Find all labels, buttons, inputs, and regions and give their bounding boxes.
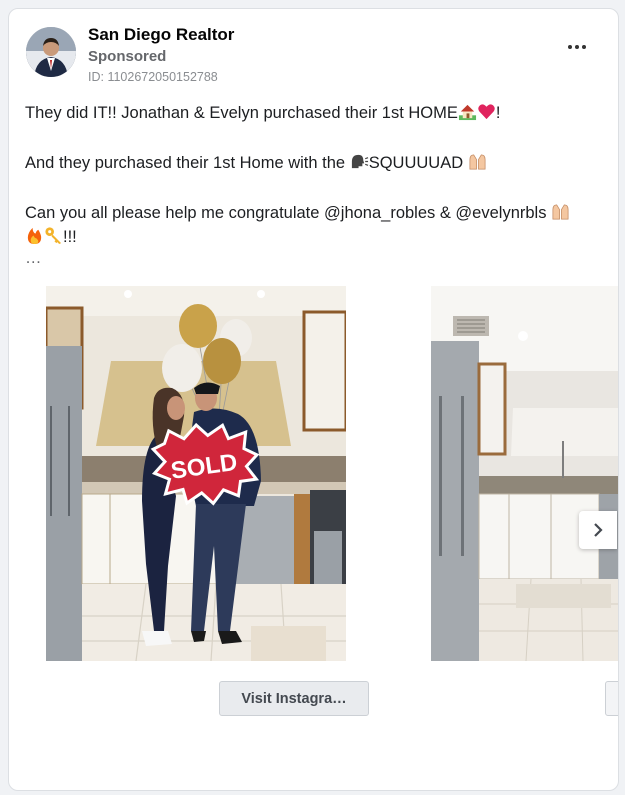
- carousel-button-2[interactable]: [605, 681, 618, 716]
- raising-hands-icon: [552, 204, 569, 220]
- post-text-line2-tail: SQUUUUAD: [368, 154, 468, 172]
- post-text-line2: And they purchased their 1st Home with t…: [25, 154, 350, 172]
- sponsored-post-card: San Diego Realtor Sponsored ID: 11026720…: [8, 8, 619, 791]
- post-line: !!!: [25, 225, 615, 249]
- chevron-right-icon[interactable]: [579, 511, 617, 549]
- post-text-line1: They did IT!! Jonathan & Evelyn purchase…: [25, 104, 458, 122]
- post-body: They did IT!! Jonathan & Evelyn purchase…: [25, 101, 615, 267]
- page-avatar[interactable]: [26, 27, 76, 77]
- fire-icon: [27, 227, 42, 245]
- carousel-image-1[interactable]: SOLD: [46, 286, 346, 661]
- post-text-line3: Can you all please help me congratulate …: [25, 204, 552, 222]
- visit-instagram-button[interactable]: Visit Instagra…: [219, 681, 369, 716]
- raising-hands-icon: [469, 154, 486, 170]
- sponsored-label[interactable]: Sponsored: [88, 48, 166, 65]
- post-text-line1-end: !: [495, 104, 501, 122]
- speaking-head-icon: [351, 154, 368, 169]
- see-more-ellipsis[interactable]: …: [25, 249, 615, 267]
- post-text-line4-tail: !!!: [63, 228, 77, 246]
- more-options-icon[interactable]: [562, 39, 592, 55]
- ad-id: ID: 1102672050152788: [88, 70, 218, 84]
- house-with-garden-icon: [458, 104, 476, 121]
- post-line: Can you all please help me congratulate …: [25, 201, 615, 225]
- carousel-image-2[interactable]: [431, 286, 618, 661]
- post-line: And they purchased their 1st Home with t…: [25, 151, 615, 175]
- red-heart-icon: [478, 104, 495, 120]
- key-icon: [45, 227, 62, 245]
- post-line: They did IT!! Jonathan & Evelyn purchase…: [25, 101, 615, 125]
- page-name[interactable]: San Diego Realtor: [88, 25, 234, 45]
